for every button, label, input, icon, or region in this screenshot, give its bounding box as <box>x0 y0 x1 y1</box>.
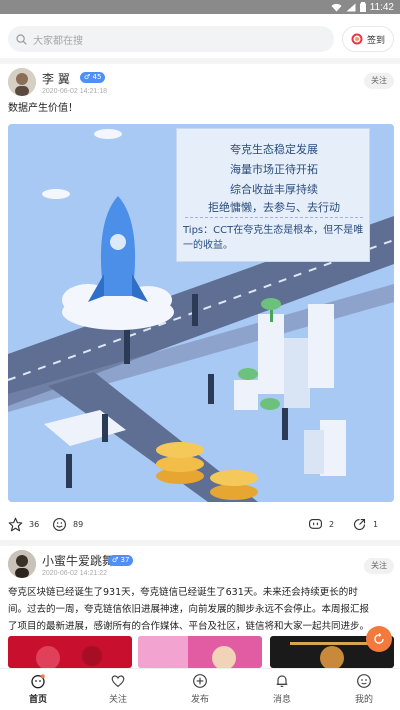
post-image[interactable]: 夸克生态稳定发展 海量市场正待开拓 综合收益丰厚持续 拒绝慵懒，去参与、去行动 … <box>8 124 394 502</box>
image-line-3: 综合收益丰厚持续 <box>230 183 318 196</box>
refresh-icon <box>374 632 384 644</box>
search-row: 大家都在搜 签到 <box>0 22 400 58</box>
share-icon <box>353 518 366 530</box>
post-author[interactable]: 李 翼 <box>42 70 70 87</box>
image-line-2: 海量市场正待开拓 <box>230 163 318 176</box>
sign-in-button[interactable]: 签到 <box>342 26 394 52</box>
avatar[interactable] <box>8 68 36 96</box>
level-badge: ♂ 45 <box>80 72 106 83</box>
post-author[interactable]: 小蜜牛爱跳舞 <box>42 552 114 569</box>
post-text-line: 夸克区块链已经诞生了931天，夸克链信已经诞生了631天。未来还会持续更长的时 <box>8 587 358 598</box>
smile-icon <box>53 517 66 531</box>
search-input[interactable]: 大家都在搜 <box>8 26 334 52</box>
share-count: 1 <box>373 519 379 529</box>
post-time: 2020-06-02 14:21:22 <box>42 570 107 577</box>
star-icon <box>8 517 23 531</box>
avatar[interactable] <box>8 550 36 578</box>
share-button[interactable]: 1 <box>352 512 378 536</box>
search-placeholder: 大家都在搜 <box>33 35 83 47</box>
like-count: 36 <box>29 519 40 529</box>
tab-following[interactable]: 关注 <box>88 673 148 709</box>
view-count: 89 <box>73 519 84 529</box>
signal-icon <box>346 3 356 11</box>
post-text-line: 了项目的最新进展，感谢所有的合作媒体、平台及社区，链信将和大家一起共同进步。 <box>8 621 370 632</box>
bottom-tab-bar: 首页 关注 发布 消息 我的 <box>0 668 400 710</box>
tab-home[interactable]: 首页 <box>8 673 68 709</box>
image-tips: Tips：CCT在夸克生态是根本，但不是唯一的收益。 <box>183 225 364 251</box>
tab-messages[interactable]: 消息 <box>252 673 312 709</box>
post-text: 数据产生价值！ <box>8 103 78 114</box>
tab-profile[interactable]: 我的 <box>334 673 394 709</box>
post-actions: 36 89 2 1 <box>0 512 400 536</box>
follow-button[interactable]: 关注 <box>364 558 394 574</box>
refresh-button[interactable] <box>366 626 392 652</box>
tab-publish[interactable]: 发布 <box>170 673 230 709</box>
level-badge: ♂ 37 <box>108 555 134 566</box>
home-icon <box>31 674 45 689</box>
post-image-grid <box>8 636 394 668</box>
comment-icon <box>309 518 322 529</box>
post-text-line: 间。过去的一周，夸克链信依旧进展神速，向前发展的脚步永远不会停止。本周报汇报 <box>8 604 370 615</box>
comment-button[interactable]: 2 <box>308 512 334 536</box>
search-icon <box>16 33 27 45</box>
post-image-thumb[interactable] <box>138 636 262 668</box>
sign-in-icon <box>351 33 363 45</box>
plus-icon <box>193 674 207 688</box>
post-image-thumb[interactable] <box>8 636 132 668</box>
status-time: 11:42 <box>369 1 394 13</box>
tab-label: 消息 <box>272 695 291 705</box>
image-line-4: 拒绝慵懒，去参与、去行动 <box>208 201 340 214</box>
tab-label: 首页 <box>28 695 47 705</box>
follow-button[interactable]: 关注 <box>364 73 394 89</box>
post-time: 2020-06-02 14:21:18 <box>42 88 107 95</box>
heart-icon <box>111 675 125 688</box>
sign-in-label: 签到 <box>366 35 385 46</box>
section-divider <box>0 58 400 64</box>
status-bar: 11:42 <box>0 0 400 14</box>
comment-count: 2 <box>329 519 335 529</box>
image-line-1: 夸克生态稳定发展 <box>230 143 318 156</box>
section-divider <box>0 540 400 546</box>
face-icon <box>357 674 371 688</box>
image-info-box: 夸克生态稳定发展 海量市场正待开拓 综合收益丰厚持续 拒绝慵懒，去参与、去行动 … <box>176 128 370 262</box>
tab-label: 发布 <box>190 695 209 705</box>
bell-icon <box>276 675 288 687</box>
wifi-icon <box>331 3 342 11</box>
like-button[interactable]: 36 <box>8 512 39 536</box>
views-button[interactable]: 89 <box>52 512 83 536</box>
tab-label: 我的 <box>354 695 373 705</box>
battery-icon <box>359 2 366 12</box>
image-separator <box>185 217 363 218</box>
tab-label: 关注 <box>108 695 127 705</box>
